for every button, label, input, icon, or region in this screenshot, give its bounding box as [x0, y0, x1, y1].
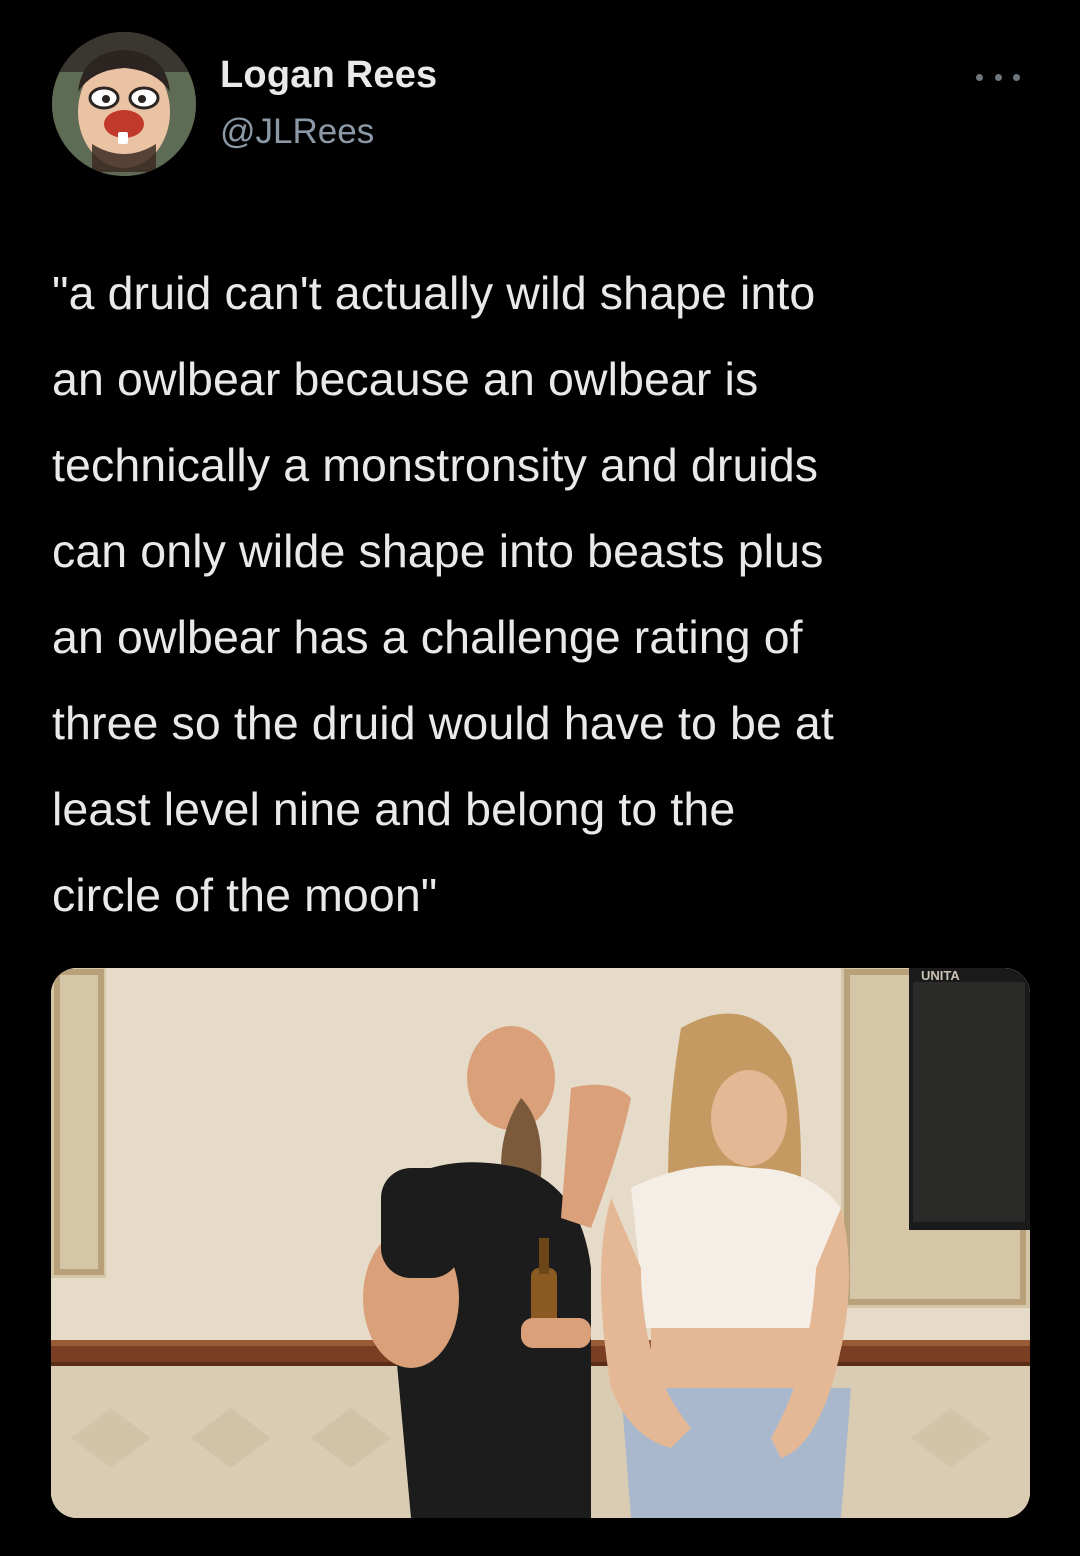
- more-options-icon: [976, 73, 983, 81]
- avatar[interactable]: [52, 32, 196, 176]
- more-options-icon-dot: [994, 73, 1002, 81]
- tweet-media-photo[interactable]: UNITA: [51, 968, 1030, 1518]
- photo-two-people-in-elevator: UNITA: [51, 968, 1030, 1518]
- more-options-button[interactable]: [976, 66, 1020, 88]
- sign-text: UNITA: [921, 968, 960, 983]
- author-name[interactable]: Logan Rees: [220, 54, 437, 97]
- author-handle[interactable]: @JLRees: [220, 112, 374, 152]
- tweet-card: Logan Rees @JLRees "a druid can't actual…: [0, 0, 1080, 1556]
- tweet-text: "a druid can't actually wild shape into …: [52, 267, 834, 921]
- more-options-icon-dot: [1013, 73, 1020, 81]
- avatar-cartoon-face-icon: [52, 32, 196, 176]
